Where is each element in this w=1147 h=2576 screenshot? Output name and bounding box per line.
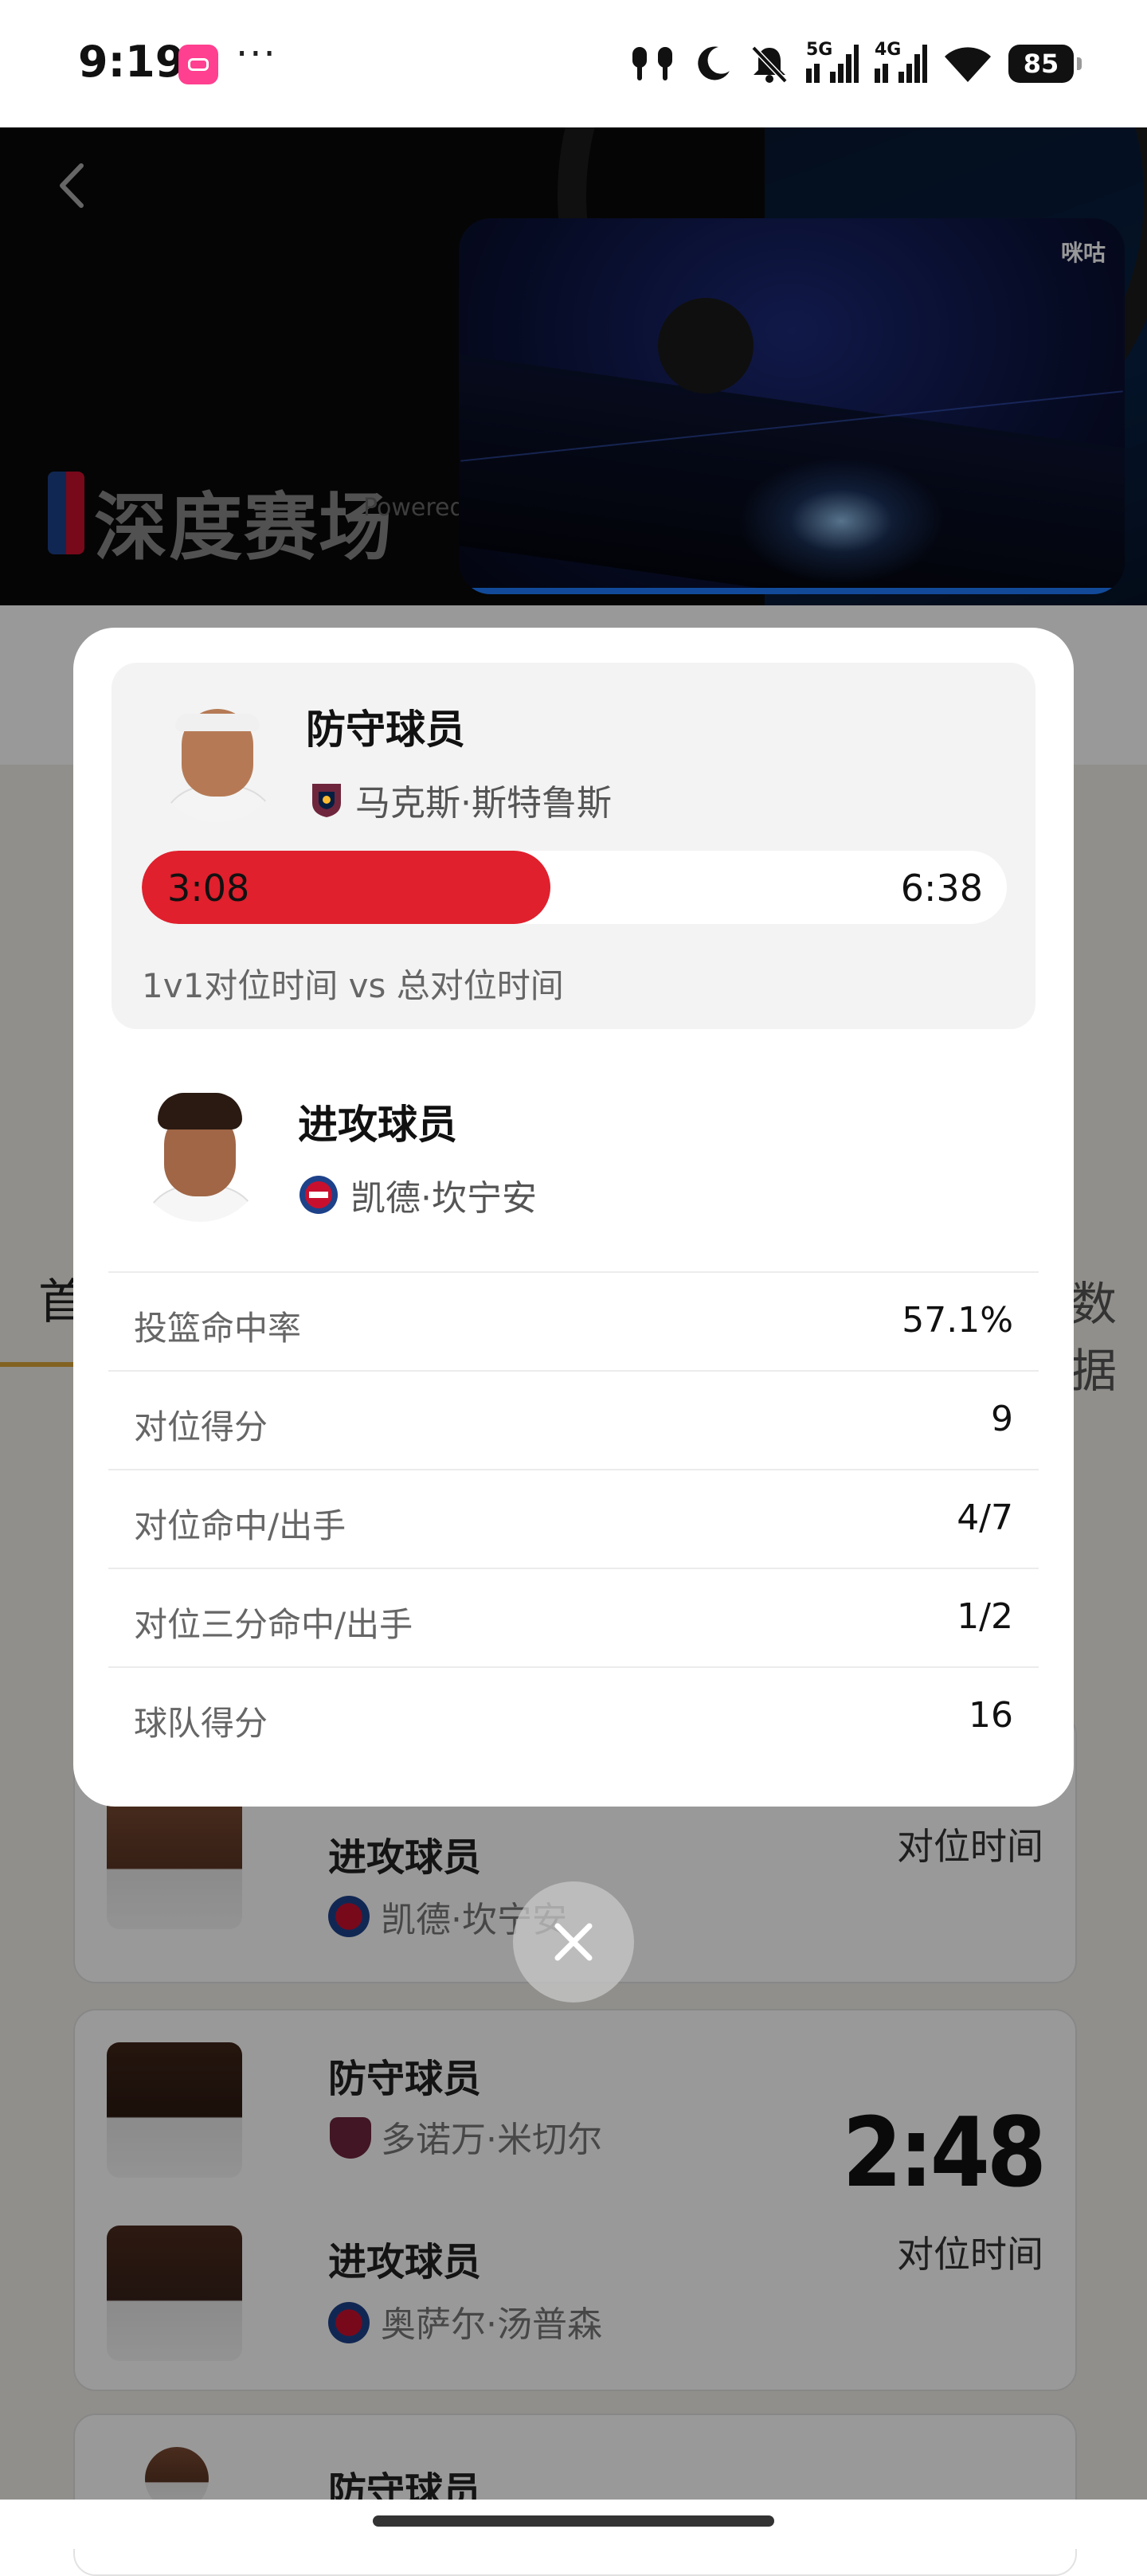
card-time-label: 对位时间	[897, 2233, 1043, 2276]
matchup-card[interactable]: 防守球员 多诺万·米切尔 进攻球员 奥萨尔·汤普森 2:48 对位时间	[73, 2009, 1077, 2391]
card-role-label: 进攻球员	[328, 1835, 482, 1880]
close-modal-button[interactable]	[513, 1881, 634, 2002]
attacker-role-label: 进攻球员	[298, 1102, 457, 1148]
more-notifications-icon: ···	[236, 32, 277, 76]
status-icons: 5G 4G 85	[629, 32, 1082, 96]
defender-avatar	[151, 690, 284, 822]
signal-4g-label: 4G	[875, 40, 902, 60]
pistons-logo-icon	[328, 1896, 370, 1937]
matchup-1v1-time: 3:08	[167, 867, 250, 910]
pistons-logo-icon	[328, 2302, 370, 2343]
card-time-label: 对位时间	[897, 1825, 1043, 1868]
card-time-value: 2:48	[842, 2098, 1047, 2209]
app-notification-icon	[178, 45, 218, 84]
video-frame-figure	[658, 298, 754, 393]
stat-label: 投篮命中率	[134, 1309, 302, 1348]
stat-label: 对位得分	[134, 1407, 268, 1447]
stat-value: 1/2	[957, 1596, 1013, 1637]
wifi-icon	[945, 47, 991, 82]
moon-icon	[698, 46, 730, 80]
card-role-label: 防守球员	[328, 2057, 482, 2101]
attacker-name: 凯德·坎宁安	[350, 1178, 537, 1219]
pistons-logo-icon	[299, 1176, 338, 1214]
card-player-name: 多诺万·米切尔	[381, 2120, 602, 2160]
matchup-total-time: 6:38	[900, 867, 983, 910]
matchup-stats-table: 投篮命中率 57.1% 对位得分 9 对位命中/出手 4/7 对位三分命中/出手…	[108, 1271, 1039, 1765]
stat-value: 57.1%	[902, 1300, 1013, 1341]
signal-5g-icon: 5G	[806, 40, 859, 88]
cavaliers-logo-icon	[312, 784, 341, 817]
signal-5g-label: 5G	[806, 40, 833, 60]
status-bar: 9:19 ··· 5G 4G 85	[0, 0, 1147, 127]
video-progress-bar[interactable]	[459, 588, 1125, 594]
avatar	[107, 2226, 242, 2361]
matchup-time-bar: 3:08 6:38	[142, 851, 1007, 924]
close-icon	[554, 1923, 593, 1961]
video-player[interactable]: 咪咕	[459, 218, 1125, 594]
card-player-name: 奥萨尔·汤普森	[381, 2304, 602, 2345]
stat-row: 投篮命中率 57.1%	[108, 1271, 1039, 1370]
stat-row: 球队得分 16	[108, 1666, 1039, 1765]
stat-value: 16	[969, 1695, 1013, 1736]
stat-row: 对位命中/出手 4/7	[108, 1469, 1039, 1568]
avatar	[107, 1794, 242, 1929]
hero-title: 深度赛场	[94, 485, 394, 570]
cavaliers-logo-icon	[330, 2117, 371, 2159]
mute-bell-icon	[751, 45, 788, 84]
defender-name: 马克斯·斯特鲁斯	[355, 783, 612, 824]
stat-row: 对位三分命中/出手 1/2	[108, 1568, 1039, 1666]
earbuds-icon	[632, 47, 672, 80]
system-nav-bar	[0, 2500, 1147, 2549]
stat-label: 对位三分命中/出手	[134, 1605, 413, 1644]
stat-label: 对位命中/出手	[134, 1506, 346, 1545]
matchup-card[interactable]: 防守球员	[73, 2414, 1077, 2576]
matchup-detail-modal: 防守球员 马克斯·斯特鲁斯 3:08 6:38 1v1对位时间 vs 总对位时间…	[73, 628, 1074, 1807]
tab-data[interactable]: 数据	[1071, 1266, 1147, 1400]
defender-panel: 防守球员 马克斯·斯特鲁斯 3:08 6:38 1v1对位时间 vs 总对位时间	[112, 663, 1035, 1029]
status-time: 9:19	[78, 37, 186, 87]
stat-label: 球队得分	[134, 1704, 268, 1743]
stat-value: 9	[991, 1399, 1013, 1439]
back-arrow-icon[interactable]	[46, 158, 102, 213]
attacker-avatar	[134, 1090, 266, 1222]
avatar	[107, 2042, 242, 2178]
home-indicator[interactable]	[373, 2515, 774, 2527]
defender-role-label: 防守球员	[306, 707, 465, 753]
video-watermark: 咪咕	[1060, 240, 1106, 266]
stat-value: 4/7	[957, 1497, 1013, 1538]
card-role-label: 进攻球员	[328, 2240, 482, 2284]
matchup-bar-caption: 1v1对位时间 vs 总对位时间	[142, 966, 564, 1005]
nba-logo	[48, 472, 84, 554]
hero-powered-text: Powered	[363, 494, 465, 522]
signal-4g-icon: 4G	[875, 40, 927, 88]
battery-indicator: 85	[1008, 45, 1082, 83]
stat-row: 对位得分 9	[108, 1370, 1039, 1469]
